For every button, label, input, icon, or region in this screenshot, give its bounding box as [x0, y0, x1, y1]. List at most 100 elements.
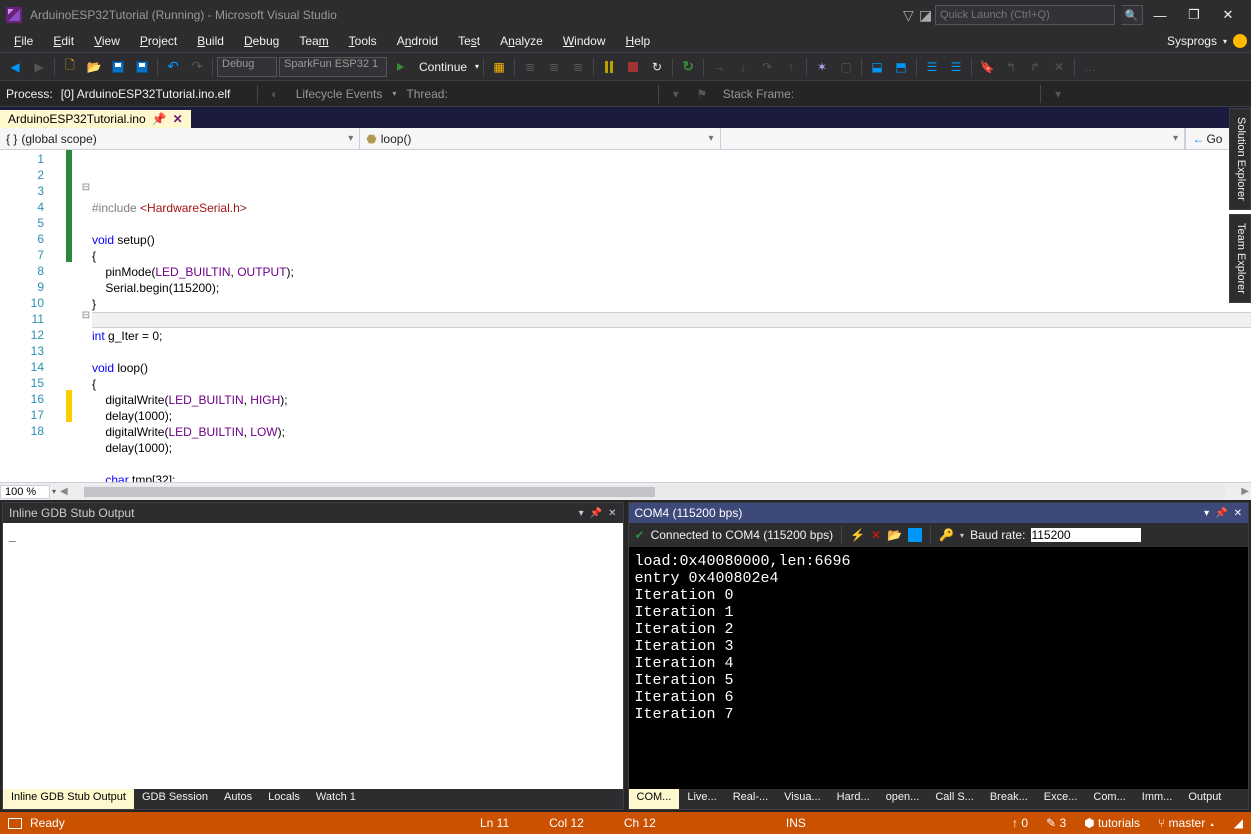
quick-launch-input[interactable] [935, 5, 1115, 25]
cycle-button[interactable]: ↻ [646, 56, 668, 78]
menu-view[interactable]: View [84, 32, 130, 50]
menu-project[interactable]: Project [130, 32, 187, 50]
close-icon[interactable]: ✕ [608, 508, 616, 519]
zoom-select[interactable]: 100 % [0, 485, 50, 499]
gdb-output-body[interactable]: _ [3, 523, 623, 789]
close-button[interactable]: ✕ [1211, 7, 1245, 23]
quick-launch-go[interactable]: 🔍 [1121, 5, 1143, 25]
pin-icon[interactable]: 📌 [590, 508, 602, 519]
save-log-icon[interactable] [908, 528, 922, 542]
panel-tab[interactable]: Call S... [927, 789, 982, 809]
separator [483, 58, 484, 76]
close-icon[interactable]: ✕ [1234, 508, 1242, 519]
scroll-left-icon[interactable]: ◀ [58, 486, 70, 497]
panel-tab[interactable]: Imm... [1134, 789, 1181, 809]
separator [930, 526, 931, 544]
panel-tab[interactable]: Output [1180, 789, 1229, 809]
drop-icon[interactable]: ▾ [579, 508, 584, 519]
menu-file[interactable]: File [4, 32, 43, 50]
changes-icon[interactable]: ✎ 3 [1046, 816, 1066, 830]
list-icon[interactable]: ☰ [921, 56, 943, 78]
close-tab-icon[interactable]: ✕ [173, 112, 183, 126]
lifecycle-label[interactable]: Lifecycle Events [290, 87, 389, 101]
menu-tools[interactable]: Tools [339, 32, 387, 50]
panel-tab[interactable]: Real-... [725, 789, 776, 809]
panel-tab[interactable]: Exce... [1036, 789, 1086, 809]
panel-tab[interactable]: open... [878, 789, 928, 809]
pause-button[interactable] [598, 56, 620, 78]
notifications-icon[interactable]: ▽ [903, 7, 919, 23]
panel-tab[interactable]: Break... [982, 789, 1036, 809]
pin-icon[interactable]: 📌 [1215, 508, 1227, 519]
function-dropdown[interactable]: ⬣ loop()▾ [360, 128, 720, 149]
branch-icon[interactable]: ⑂ master ▴ [1158, 816, 1216, 830]
hex-button[interactable]: ✶ [811, 56, 833, 78]
solution-explorer-tab[interactable]: Solution Explorer [1229, 108, 1251, 210]
sysprogs-menu[interactable]: Sysprogs [1167, 34, 1217, 48]
serial-panel-header[interactable]: COM4 (115200 bps) ▾📌✕ [629, 503, 1249, 523]
gdb-panel-header[interactable]: Inline GDB Stub Output ▾📌✕ [3, 503, 623, 523]
panel-tab[interactable]: COM... [629, 789, 680, 809]
repo-icon[interactable]: ⬢ tutorials [1084, 816, 1140, 830]
menu-debug[interactable]: Debug [234, 32, 289, 50]
menu-test[interactable]: Test [448, 32, 490, 50]
flash-icon[interactable]: ⚡ [850, 528, 865, 542]
disconnect-icon[interactable]: ✕ [871, 528, 881, 542]
panel-tab[interactable]: Visua... [776, 789, 829, 809]
stop-button[interactable] [622, 56, 644, 78]
feedback-icon[interactable]: ◪ [919, 7, 935, 23]
config-select[interactable]: Debug [217, 57, 277, 77]
code-body[interactable]: #include <HardwareSerial.h> void setup()… [92, 150, 1251, 482]
menu-analyze[interactable]: Analyze [490, 32, 553, 50]
resize-grip-icon[interactable]: ◢ [1234, 816, 1243, 830]
panel-tab[interactable]: Watch 1 [308, 789, 364, 809]
process-select[interactable]: [0] ArduinoESP32Tutorial.ino.elf [61, 87, 251, 101]
menu-edit[interactable]: Edit [43, 32, 84, 50]
member-dropdown[interactable]: ▾ [721, 128, 1185, 149]
h-scrollbar[interactable] [84, 485, 1226, 499]
panel-tab[interactable]: Locals [260, 789, 308, 809]
drop-icon[interactable]: ▾ [1204, 508, 1209, 519]
key-icon[interactable]: 🔑 [939, 528, 954, 542]
pin-icon[interactable]: 📌 [152, 112, 167, 126]
panel-tab[interactable]: Hard... [829, 789, 878, 809]
save-all-button[interactable] [131, 56, 153, 78]
start-button[interactable] [389, 56, 411, 78]
panel-tab[interactable]: Inline GDB Stub Output [3, 789, 134, 809]
open-folder-icon[interactable]: 📂 [887, 528, 902, 542]
go-button[interactable]: ←Go [1185, 128, 1229, 149]
menu-android[interactable]: Android [387, 32, 448, 50]
new-item-button[interactable]: 🗋 [59, 56, 81, 78]
panel-tab[interactable]: GDB Session [134, 789, 216, 809]
list2-icon[interactable]: ☰ [945, 56, 967, 78]
window-split-icon[interactable]: ⬓ [866, 56, 888, 78]
bookmark-icon[interactable]: 🔖 [976, 56, 998, 78]
settings-gear-icon[interactable] [1233, 34, 1247, 48]
open-button[interactable]: 📂 [83, 56, 105, 78]
window-layout-icon[interactable]: ⬒ [890, 56, 912, 78]
minimize-button[interactable]: — [1143, 8, 1177, 23]
menu-build[interactable]: Build [187, 32, 234, 50]
tab-active-file[interactable]: ArduinoESP32Tutorial.ino 📌 ✕ [0, 110, 191, 128]
nav-back-button[interactable]: ◀ [4, 56, 26, 78]
scope-dropdown[interactable]: { } (global scope)▾ [0, 128, 360, 149]
panel-tab[interactable]: Com... [1085, 789, 1133, 809]
restore-button[interactable]: ❐ [1177, 7, 1211, 23]
menu-window[interactable]: Window [553, 32, 616, 50]
platform-select[interactable]: SparkFun ESP32 1 [279, 57, 387, 77]
serial-output-body[interactable]: load:0x40080000,len:6696 entry 0x400802e… [629, 547, 1249, 789]
baud-select[interactable]: 115200 [1031, 528, 1141, 542]
menu-team[interactable]: Team [289, 32, 338, 50]
scroll-right-icon[interactable]: ▶ [1239, 486, 1251, 497]
restart-button[interactable] [677, 56, 699, 78]
props-button[interactable]: ▦ [488, 56, 510, 78]
undo-button[interactable] [162, 56, 184, 78]
panel-tab[interactable]: Live... [679, 789, 724, 809]
code-editor[interactable]: 123456789101112131415161718 ⊟⊟ #include … [0, 150, 1251, 482]
menu-help[interactable]: Help [616, 32, 661, 50]
panel-tab[interactable]: Autos [216, 789, 260, 809]
collapse-column[interactable]: ⊟⊟ [80, 150, 92, 482]
publish-icon[interactable]: ↑ 0 [1012, 816, 1028, 830]
save-button[interactable] [107, 56, 129, 78]
continue-label[interactable]: Continue [413, 60, 473, 74]
